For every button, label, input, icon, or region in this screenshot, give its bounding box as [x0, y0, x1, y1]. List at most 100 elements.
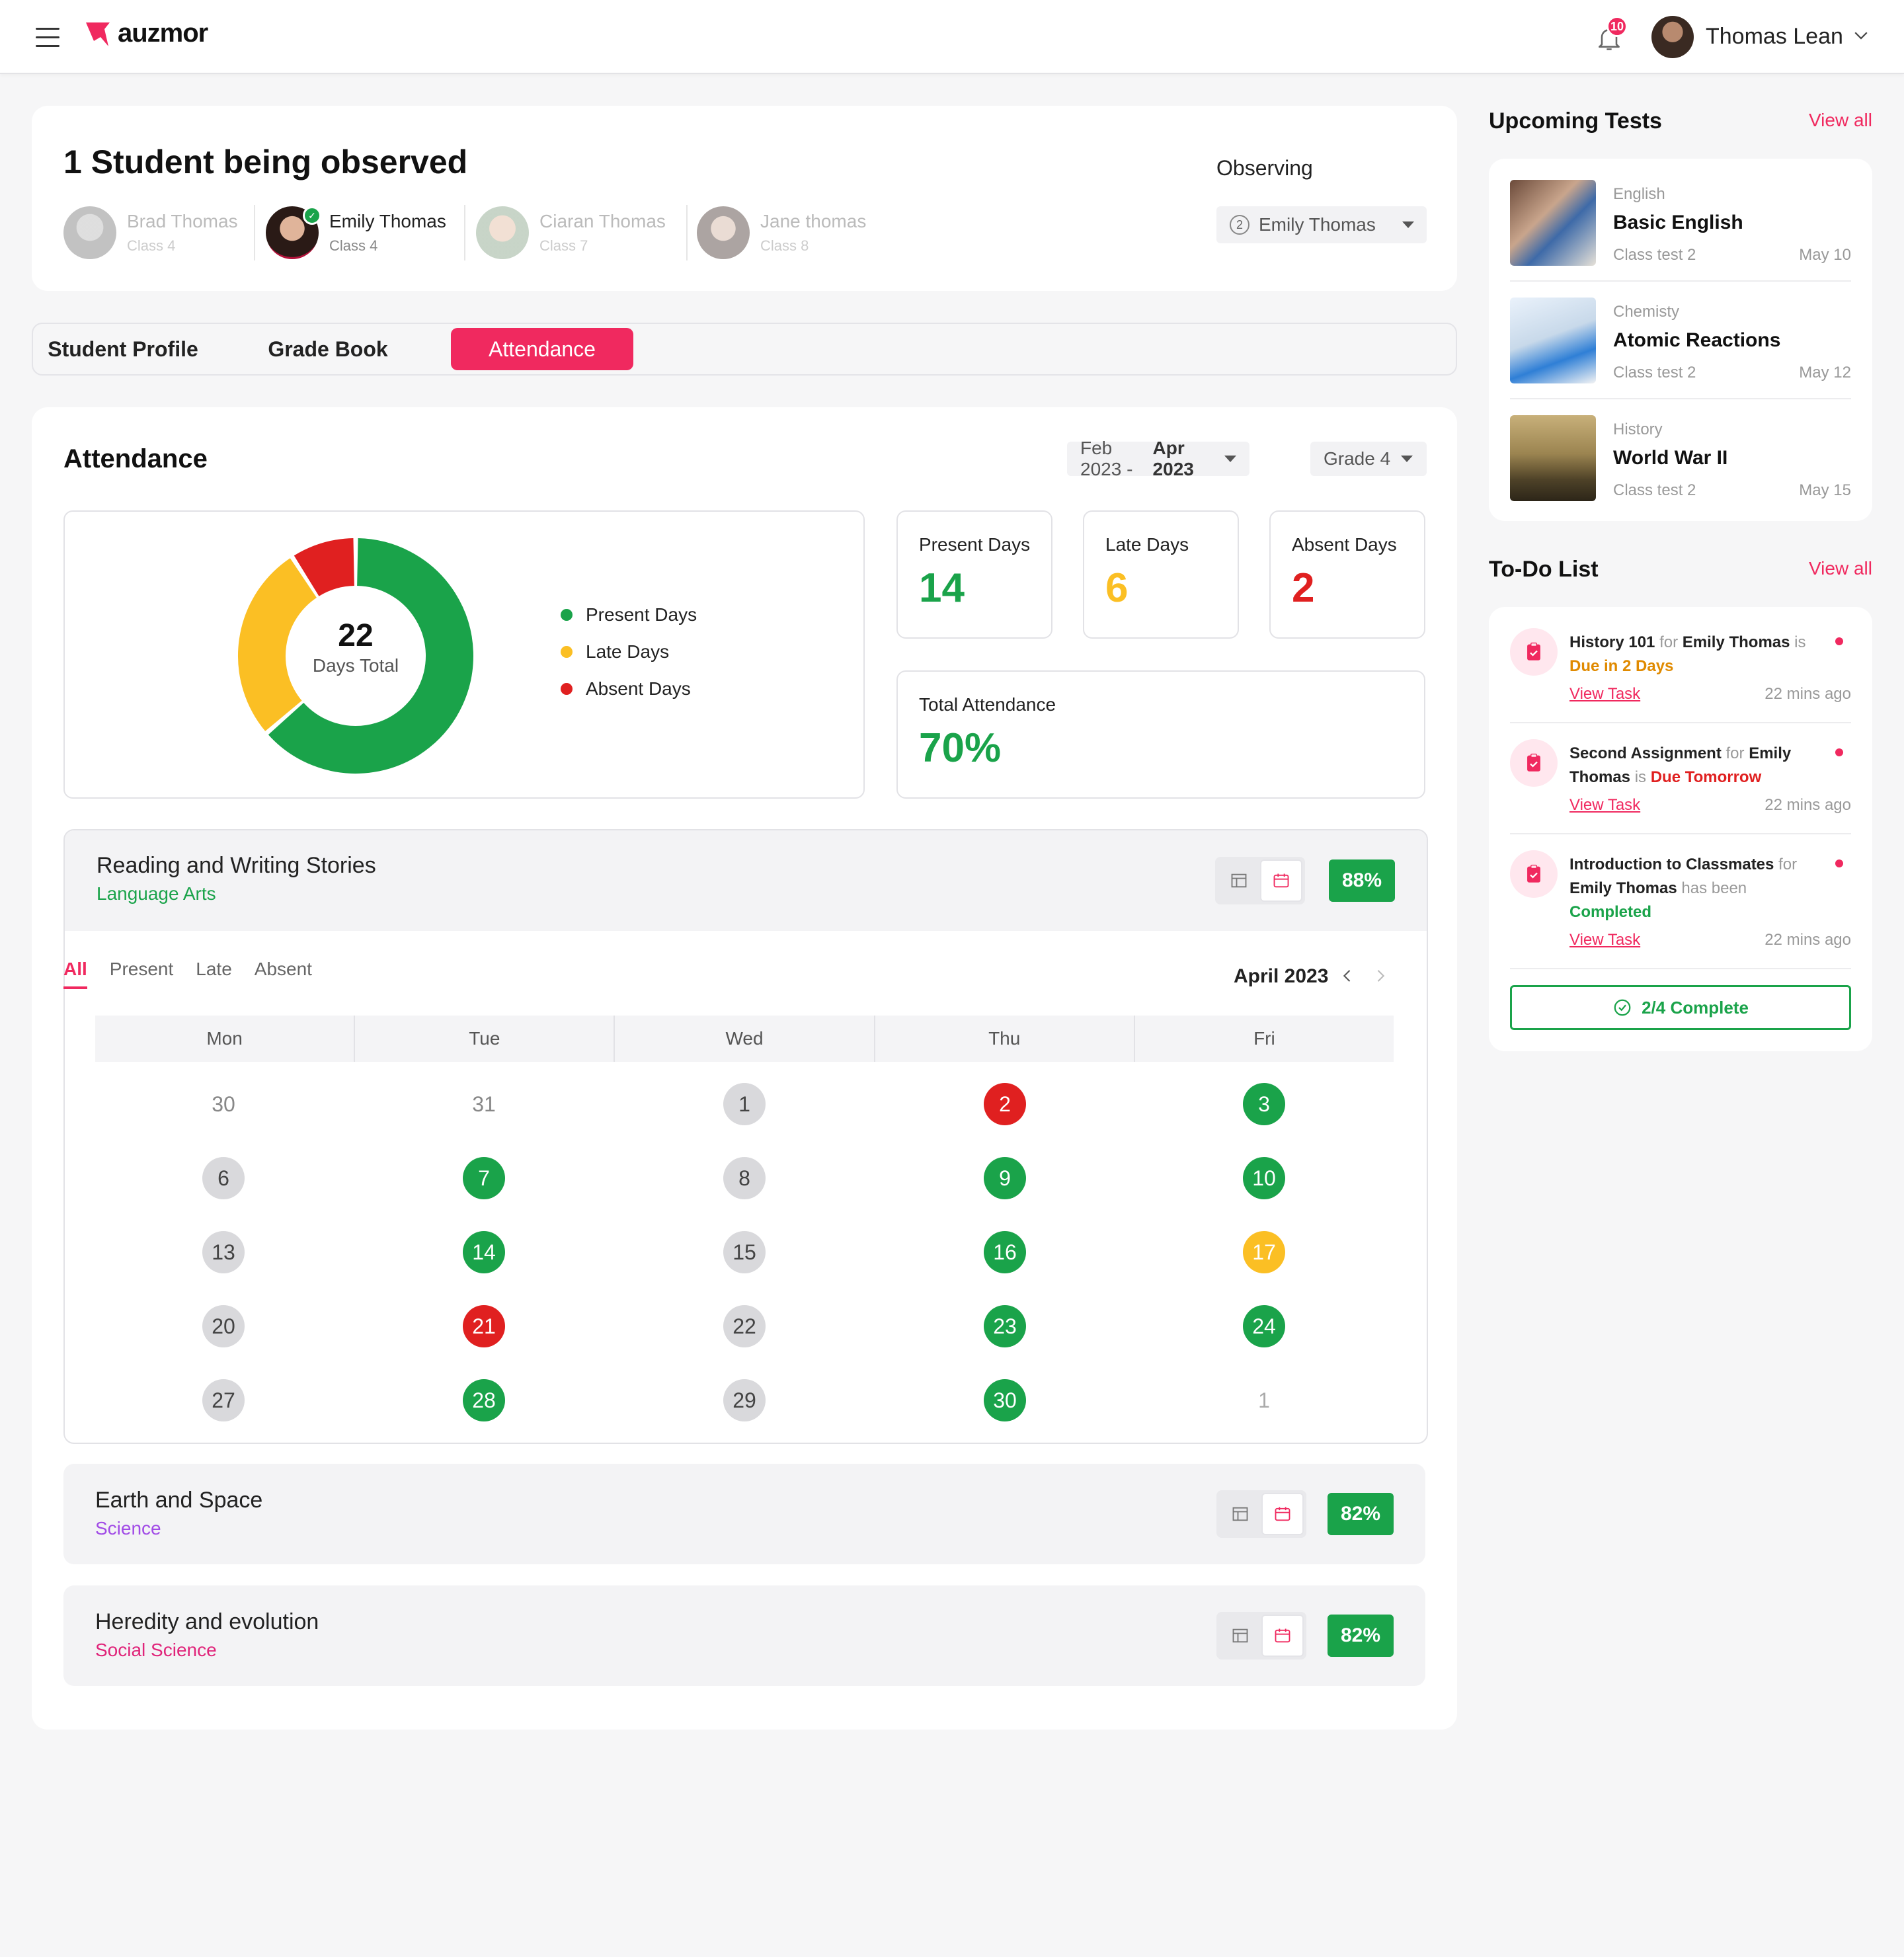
- todo-view-all-link[interactable]: View all: [1809, 558, 1872, 579]
- tab-bar: Student Profile Grade Book Attendance: [32, 323, 1457, 376]
- student-jane[interactable]: Jane thomas Class 8: [697, 206, 866, 259]
- subject-title: Heredity and evolution: [95, 1609, 319, 1634]
- user-avatar[interactable]: [1651, 16, 1694, 58]
- calendar-day[interactable]: 24: [1243, 1305, 1285, 1347]
- test-type: Class test 2: [1613, 246, 1696, 264]
- legend-label: Late Days: [586, 641, 670, 662]
- test-name: Basic English: [1613, 212, 1743, 233]
- view-task-link[interactable]: View Task: [1569, 931, 1640, 949]
- calendar-day[interactable]: 27: [202, 1379, 245, 1421]
- avatar: ✓: [266, 206, 321, 259]
- calendar-day[interactable]: 1: [1243, 1379, 1285, 1421]
- filter-late[interactable]: Late: [196, 959, 232, 989]
- test-item[interactable]: History World War II Class test 2 May 15: [1510, 415, 1851, 501]
- calendar-view-icon[interactable]: [1260, 859, 1302, 902]
- observing-label: Observing: [1216, 156, 1313, 180]
- clipboard-icon: [1510, 628, 1558, 676]
- filter-all[interactable]: All: [63, 959, 87, 989]
- table-view-icon[interactable]: [1218, 859, 1260, 902]
- legend-absent: Absent Days: [561, 678, 691, 699]
- calendar-day[interactable]: 17: [1243, 1231, 1285, 1273]
- tab-attendance[interactable]: Attendance: [451, 328, 633, 370]
- subject-row[interactable]: Heredity and evolution Social Science 82…: [63, 1585, 1425, 1686]
- filter-absent[interactable]: Absent: [255, 959, 312, 989]
- todo-task: Introduction to Classmates: [1569, 856, 1774, 873]
- divider: [686, 205, 688, 260]
- chevron-left-icon[interactable]: [1338, 967, 1357, 985]
- stat-label: Present Days: [919, 534, 1031, 555]
- calendar-day[interactable]: 3: [1243, 1083, 1285, 1125]
- test-name: Atomic Reactions: [1613, 329, 1781, 351]
- calendar-day[interactable]: 28: [463, 1379, 505, 1421]
- todo-for: for: [1659, 633, 1679, 651]
- calendar-day[interactable]: 13: [202, 1231, 245, 1273]
- subject-category: Science: [95, 1518, 161, 1538]
- student-name: Jane thomas: [760, 211, 867, 231]
- view-task-link[interactable]: View Task: [1569, 796, 1640, 815]
- test-name: World War II: [1613, 447, 1728, 469]
- tab-student-profile[interactable]: Student Profile: [37, 328, 209, 370]
- weekday: Mon: [95, 1016, 356, 1062]
- date-range-dropdown[interactable]: Feb 2023 - Apr 2023: [1067, 438, 1250, 479]
- menu-icon[interactable]: [36, 28, 60, 47]
- donut-center: 22 Days Total: [237, 618, 475, 676]
- todo-is: has been: [1681, 879, 1747, 897]
- donut-box: 22 Days Total Present Days Late Days Abs…: [63, 510, 865, 799]
- calendar-day[interactable]: 16: [984, 1231, 1026, 1273]
- test-item[interactable]: Chemisty Atomic Reactions Class test 2 M…: [1510, 298, 1851, 383]
- calendar-view-icon[interactable]: [1261, 1615, 1304, 1657]
- subject-title: Earth and Space: [95, 1488, 263, 1513]
- calendar-day[interactable]: 10: [1243, 1157, 1285, 1199]
- student-class: Class 4: [329, 237, 378, 254]
- test-item[interactable]: English Basic English Class test 2 May 1…: [1510, 180, 1851, 266]
- observing-dropdown[interactable]: 2 Emily Thomas: [1216, 206, 1427, 243]
- logo[interactable]: auzmor: [85, 19, 208, 48]
- test-date: May 12: [1799, 364, 1851, 381]
- subject-header[interactable]: Reading and Writing Stories Language Art…: [65, 830, 1427, 931]
- student-class: Class 7: [539, 237, 588, 254]
- calendar-day[interactable]: 21: [463, 1305, 505, 1347]
- filter-present[interactable]: Present: [110, 959, 174, 989]
- student-emily[interactable]: ✓ Emily Thomas Class 4: [266, 206, 446, 259]
- user-name[interactable]: Thomas Lean: [1706, 24, 1843, 50]
- student-brad[interactable]: Brad Thomas Class 4: [63, 206, 238, 259]
- calendar-day[interactable]: 14: [463, 1231, 505, 1273]
- calendar-day[interactable]: 30: [202, 1083, 245, 1125]
- calendar-day[interactable]: 30: [984, 1379, 1026, 1421]
- calendar-day[interactable]: 8: [723, 1157, 766, 1199]
- avatar: [697, 206, 750, 259]
- calendar-day[interactable]: 20: [202, 1305, 245, 1347]
- calendar-day[interactable]: 6: [202, 1157, 245, 1199]
- complete-progress-button[interactable]: 2/4 Complete: [1510, 985, 1851, 1030]
- calendar-day[interactable]: 1: [723, 1083, 766, 1125]
- test-type: Class test 2: [1613, 481, 1696, 499]
- subject-category: Social Science: [95, 1640, 217, 1660]
- todo-title: To-Do List: [1489, 557, 1599, 582]
- calendar-view-icon[interactable]: [1261, 1493, 1304, 1535]
- calendar-day[interactable]: 9: [984, 1157, 1026, 1199]
- upcoming-view-all-link[interactable]: View all: [1809, 110, 1872, 131]
- chevron-right-icon[interactable]: [1371, 967, 1390, 985]
- stat-label: Absent Days: [1292, 534, 1397, 555]
- calendar-day[interactable]: 7: [463, 1157, 505, 1199]
- student-ciaran[interactable]: Ciaran Thomas Class 7: [476, 206, 666, 259]
- calendar-day[interactable]: 15: [723, 1231, 766, 1273]
- divider: [464, 205, 465, 260]
- subject-percent: 82%: [1328, 1615, 1394, 1657]
- table-view-icon[interactable]: [1219, 1493, 1261, 1535]
- todo-item: Second Assignment for Emily Thomas is Du…: [1510, 739, 1851, 832]
- subject-row[interactable]: Earth and Space Science 82%: [63, 1464, 1425, 1564]
- calendar-day[interactable]: 2: [984, 1083, 1026, 1125]
- grade-dropdown[interactable]: Grade 4: [1310, 442, 1427, 476]
- calendar-day[interactable]: 29: [723, 1379, 766, 1421]
- todo-text: Second Assignment for Emily Thomas is Du…: [1569, 742, 1827, 789]
- donut-total: 22: [338, 618, 374, 653]
- calendar-day[interactable]: 23: [984, 1305, 1026, 1347]
- table-view-icon[interactable]: [1219, 1615, 1261, 1657]
- tab-grade-book[interactable]: Grade Book: [242, 328, 414, 370]
- calendar-day[interactable]: 31: [463, 1083, 505, 1125]
- todo-time: 22 mins ago: [1765, 685, 1851, 703]
- view-task-link[interactable]: View Task: [1569, 685, 1640, 703]
- calendar-day[interactable]: 22: [723, 1305, 766, 1347]
- chevron-down-icon[interactable]: [1851, 25, 1871, 45]
